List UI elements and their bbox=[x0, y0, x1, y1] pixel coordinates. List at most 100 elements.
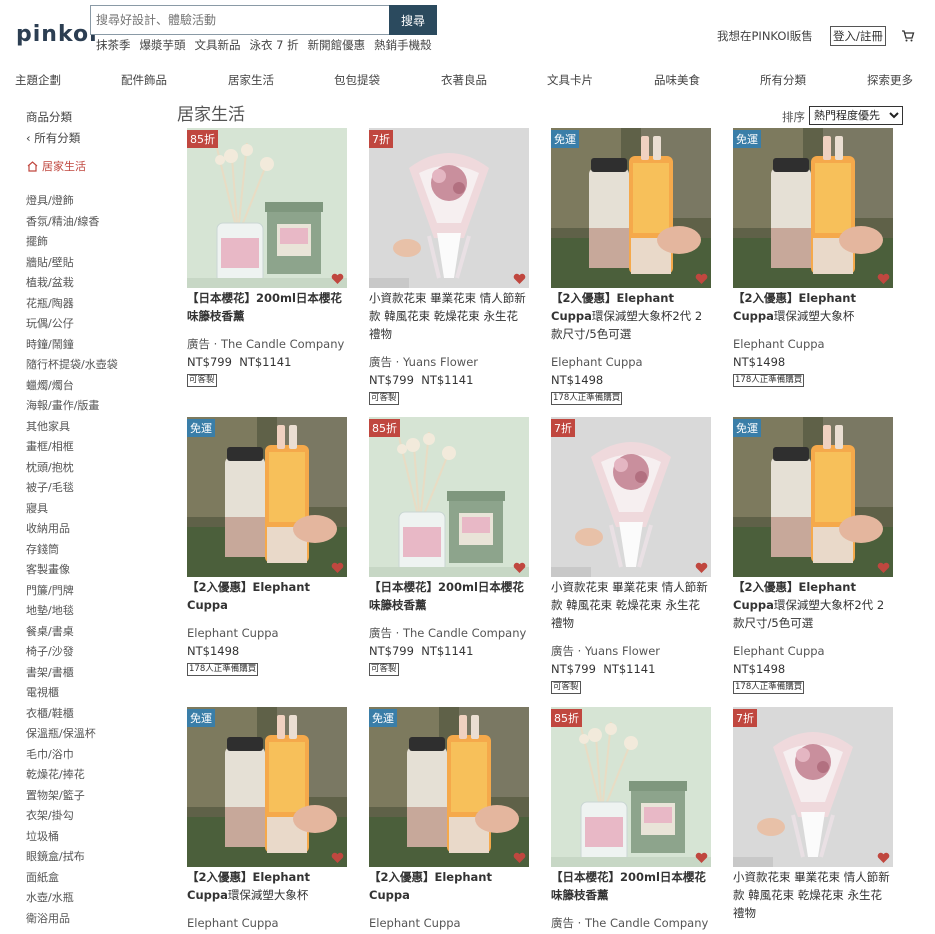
nav-item[interactable]: 主題企劃 bbox=[15, 72, 61, 88]
product-card[interactable]: 免運 【2入優惠】Elephant CuppaElephant CuppaNT$… bbox=[187, 417, 347, 676]
sidebar-category-item[interactable]: 其他家具 bbox=[26, 418, 118, 439]
product-card[interactable]: 85折 【日本櫻花】200ml日本櫻花味籐枝香薰 廣告 · The Candle … bbox=[187, 128, 347, 387]
nav-item[interactable]: 衣著良品 bbox=[441, 72, 487, 88]
heart-icon[interactable] bbox=[331, 562, 344, 574]
sort-select[interactable]: 熱門程度優先 bbox=[809, 106, 903, 125]
sidebar-category-item[interactable]: 牆貼/壁貼 bbox=[26, 254, 118, 275]
nav-item[interactable]: 品味美食 bbox=[654, 72, 700, 88]
shop-name[interactable]: Elephant Cuppa bbox=[551, 353, 711, 371]
product-name[interactable]: 【2入優惠】Elephant Cuppa環保減塑大象杯 bbox=[187, 868, 347, 904]
product-card[interactable]: 7折 小資款花束 畢業花束 情人節新款 韓風花束 乾燥花束 永生花 禮物 bbox=[733, 707, 893, 922]
shop-name[interactable]: 廣告 · The Candle Company bbox=[551, 914, 711, 932]
shop-name[interactable]: 廣告 · The Candle Company bbox=[369, 624, 529, 642]
product-name[interactable]: 【2入優惠】Elephant Cuppa環保減塑大象杯 bbox=[733, 289, 893, 325]
sidebar-category-item[interactable]: 海報/畫作/版畫 bbox=[26, 397, 118, 418]
heart-icon[interactable] bbox=[331, 852, 344, 864]
search-button[interactable]: 搜尋 bbox=[389, 5, 437, 35]
nav-item[interactable]: 包包提袋 bbox=[334, 72, 380, 88]
product-name[interactable]: 【日本櫻花】200ml日本櫻花味籐枝香薰 bbox=[369, 578, 529, 614]
sidebar-category-item[interactable]: 收納用品 bbox=[26, 520, 118, 541]
sidebar-category-item[interactable]: 寢具 bbox=[26, 500, 118, 521]
nav-item[interactable]: 探索更多 bbox=[867, 72, 913, 88]
product-photo[interactable]: 免運 bbox=[369, 707, 529, 867]
product-card[interactable]: 免運 【2入優惠】Elephant Cuppa環保減塑大象杯 Elephant C… bbox=[187, 707, 347, 932]
hot-tag[interactable]: 文具新品 bbox=[195, 37, 241, 53]
sidebar-category-item[interactable]: 擺飾 bbox=[26, 233, 118, 254]
sidebar-category-item[interactable]: 餐桌/書桌 bbox=[26, 623, 118, 644]
sidebar-category-item[interactable]: 水壺/水瓶 bbox=[26, 889, 118, 910]
product-card[interactable]: 85折 【日本櫻花】200ml日本櫻花味籐枝香薰廣告 · The Candle … bbox=[551, 707, 711, 932]
sidebar-category-item[interactable]: 時鐘/鬧鐘 bbox=[26, 336, 118, 357]
product-name[interactable]: 【日本櫻花】200ml日本櫻花味籐枝香薰 bbox=[187, 289, 347, 325]
product-card[interactable]: 免運 【2入優惠】Elephant CuppaElephant CuppaNT$… bbox=[369, 707, 529, 934]
shop-name[interactable]: 廣告 · Yuans Flower bbox=[369, 353, 529, 371]
sell-on-pinkoi-link[interactable]: 我想在PINKOI販售 bbox=[717, 28, 813, 44]
shop-name[interactable]: 廣告 · Yuans Flower bbox=[551, 642, 711, 660]
sidebar-category-item[interactable]: 椅子/沙發 bbox=[26, 643, 118, 664]
sidebar-category-item[interactable]: 蠟燭/燭台 bbox=[26, 377, 118, 398]
product-card[interactable]: 7折 小資款花束 畢業花束 情人節新款 韓風花束 乾燥花束 永生花 禮物 廣告 ·… bbox=[551, 417, 711, 694]
login-register-button[interactable]: 登入/註冊 bbox=[830, 26, 886, 46]
sidebar-back-link[interactable]: ‹ 所有分類 bbox=[26, 130, 80, 146]
product-photo[interactable]: 免運 bbox=[551, 128, 711, 288]
product-name[interactable]: 【2入優惠】Elephant Cuppa bbox=[369, 868, 529, 904]
product-card[interactable]: 免運 【2入優惠】Elephant Cuppa環保減塑大象杯 Elephant C… bbox=[733, 128, 893, 387]
product-name[interactable]: 小資款花束 畢業花束 情人節新款 韓風花束 乾燥花束 永生花 禮物 bbox=[733, 868, 893, 922]
sidebar-category-item[interactable]: 門簾/門牌 bbox=[26, 582, 118, 603]
product-photo[interactable]: 免運 bbox=[187, 707, 347, 867]
shop-name[interactable]: Elephant Cuppa bbox=[187, 624, 347, 642]
hot-tag[interactable]: 熱銷手機殼 bbox=[374, 37, 432, 53]
sidebar-category-item[interactable]: 客製畫像 bbox=[26, 561, 118, 582]
heart-icon[interactable] bbox=[877, 273, 890, 285]
product-photo[interactable]: 85折 bbox=[369, 417, 529, 577]
heart-icon[interactable] bbox=[877, 562, 890, 574]
product-photo[interactable]: 免運 bbox=[733, 417, 893, 577]
sidebar-category-item[interactable]: 玩偶/公仔 bbox=[26, 315, 118, 336]
cart-icon[interactable] bbox=[901, 29, 915, 43]
sidebar-category-item[interactable]: 面紙盒 bbox=[26, 869, 118, 890]
nav-item[interactable]: 配件飾品 bbox=[121, 72, 167, 88]
sidebar-category-item[interactable]: 被子/毛毯 bbox=[26, 479, 118, 500]
sidebar-category-item[interactable]: 香氛/精油/線香 bbox=[26, 213, 118, 234]
product-card[interactable]: 7折 小資款花束 畢業花束 情人節新款 韓風花束 乾燥花束 永生花 禮物 廣告 ·… bbox=[369, 128, 529, 405]
sidebar-category-item[interactable]: 地墊/地毯 bbox=[26, 602, 118, 623]
nav-item[interactable]: 所有分類 bbox=[760, 72, 806, 88]
product-name[interactable]: 【2入優惠】Elephant Cuppa bbox=[187, 578, 347, 614]
product-name[interactable]: 【2入優惠】Elephant Cuppa環保減塑大象杯2代 2款尺寸/5色可選 bbox=[733, 578, 893, 632]
shop-name[interactable]: Elephant Cuppa bbox=[733, 335, 893, 353]
sidebar-category-item[interactable]: 燈具/燈飾 bbox=[26, 192, 118, 213]
heart-icon[interactable] bbox=[695, 562, 708, 574]
product-name[interactable]: 小資款花束 畢業花束 情人節新款 韓風花束 乾燥花束 永生花 禮物 bbox=[369, 289, 529, 343]
product-name[interactable]: 小資款花束 畢業花束 情人節新款 韓風花束 乾燥花束 永生花 禮物 bbox=[551, 578, 711, 632]
product-name[interactable]: 【2入優惠】Elephant Cuppa環保減塑大象杯2代 2款尺寸/5色可選 bbox=[551, 289, 711, 343]
pinkoi-logo[interactable]: pinkoi bbox=[16, 22, 98, 47]
sidebar-category-item[interactable]: 垃圾桶 bbox=[26, 828, 118, 849]
sidebar-category-item[interactable]: 電視櫃 bbox=[26, 684, 118, 705]
sidebar-category-item[interactable]: 花瓶/陶器 bbox=[26, 295, 118, 316]
sidebar-current-category[interactable]: 居家生活 bbox=[26, 158, 86, 174]
hot-tag[interactable]: 新開館優惠 bbox=[308, 37, 366, 53]
sidebar-category-item[interactable]: 毛巾/浴巾 bbox=[26, 746, 118, 767]
product-photo[interactable]: 85折 bbox=[187, 128, 347, 288]
sidebar-category-item[interactable]: 書架/書櫃 bbox=[26, 664, 118, 685]
sidebar-category-item[interactable]: 置物架/籃子 bbox=[26, 787, 118, 808]
sidebar-category-item[interactable]: 衣架/掛勾 bbox=[26, 807, 118, 828]
sidebar-category-item[interactable]: 隨行杯提袋/水壺袋 bbox=[26, 356, 118, 377]
heart-icon[interactable] bbox=[695, 852, 708, 864]
shop-name[interactable]: Elephant Cuppa bbox=[369, 914, 529, 932]
heart-icon[interactable] bbox=[695, 273, 708, 285]
sidebar-category-item[interactable]: 植栽/盆栽 bbox=[26, 274, 118, 295]
product-photo[interactable]: 7折 bbox=[733, 707, 893, 867]
heart-icon[interactable] bbox=[331, 273, 344, 285]
product-photo[interactable]: 免運 bbox=[733, 128, 893, 288]
heart-icon[interactable] bbox=[513, 562, 526, 574]
sidebar-category-item[interactable]: 眼鏡盒/拭布 bbox=[26, 848, 118, 869]
product-name[interactable]: 【日本櫻花】200ml日本櫻花味籐枝香薰 bbox=[551, 868, 711, 904]
heart-icon[interactable] bbox=[513, 852, 526, 864]
product-card[interactable]: 免運 【2入優惠】Elephant Cuppa環保減塑大象杯2代 2款尺寸/5色… bbox=[733, 417, 893, 694]
sidebar-category-item[interactable]: 保溫瓶/保溫杯 bbox=[26, 725, 118, 746]
sidebar-category-item[interactable]: 畫框/相框 bbox=[26, 438, 118, 459]
product-photo[interactable]: 免運 bbox=[187, 417, 347, 577]
product-card[interactable]: 免運 【2入優惠】Elephant Cuppa環保減塑大象杯2代 2款尺寸/5色… bbox=[551, 128, 711, 405]
product-photo[interactable]: 85折 bbox=[551, 707, 711, 867]
